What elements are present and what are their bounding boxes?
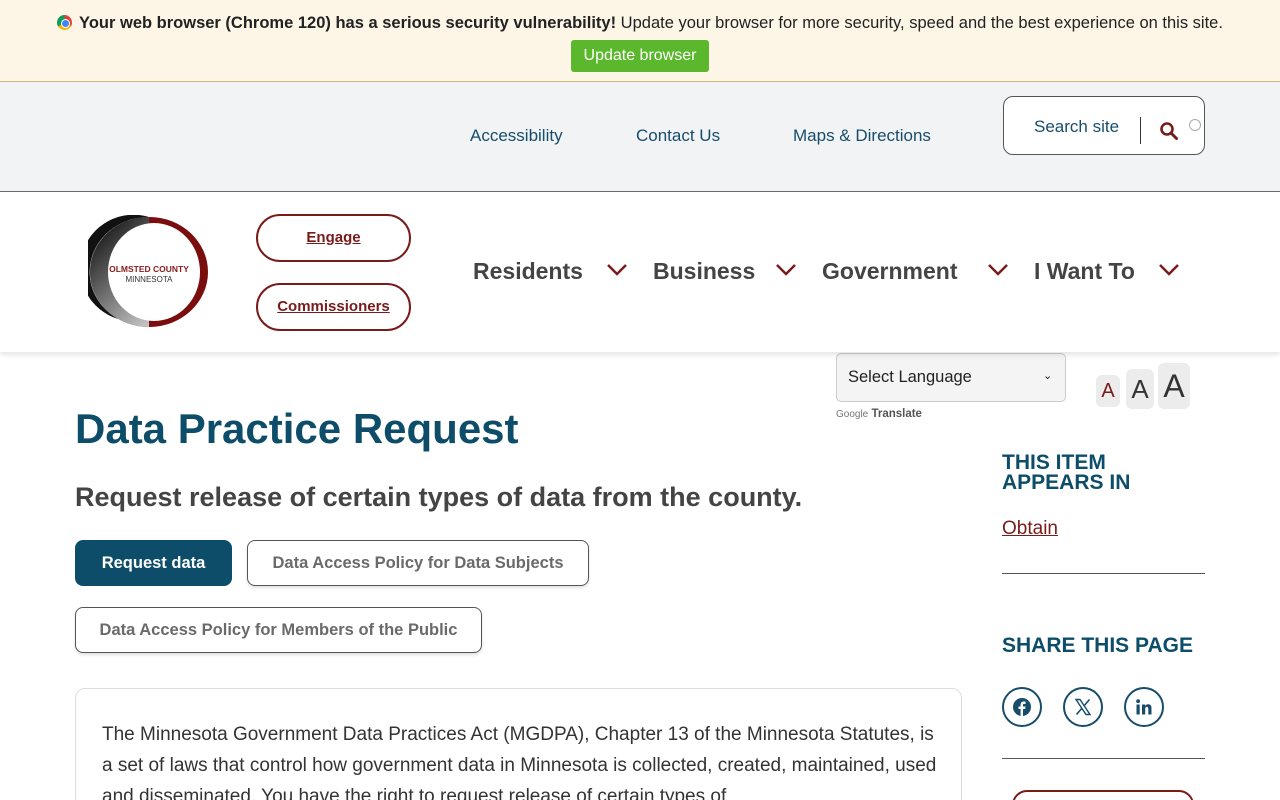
appears-in-heading-line2: APPEARS IN: [1002, 471, 1131, 494]
facebook-icon: [1013, 698, 1031, 716]
page-title: Data Practice Request: [75, 405, 519, 452]
font-size-small-button[interactable]: A: [1096, 375, 1120, 407]
linkedin-share-button[interactable]: [1124, 687, 1164, 727]
engage-button[interactable]: Engage: [256, 214, 411, 262]
search-input[interactable]: Search site: [1034, 117, 1119, 137]
logo-text-state: MINNESOTA: [125, 275, 173, 284]
search-divider: [1140, 117, 1141, 144]
banner-warning: Your web browser (Chrome 120) has a seri…: [79, 14, 617, 32]
google-logo: Google: [836, 409, 869, 420]
main-header: OLMSTED COUNTY MINNESOTA Engage Commissi…: [0, 192, 1280, 352]
utility-bar: Accessibility Contact Us Maps & Directio…: [0, 82, 1280, 192]
nav-government[interactable]: Government: [822, 258, 957, 285]
language-select[interactable]: Select Language ⌄: [836, 353, 1066, 402]
chevron-down-icon[interactable]: [987, 263, 1009, 277]
x-icon: [1074, 698, 1092, 716]
body-paragraph: The Minnesota Government Data Practices …: [102, 724, 937, 800]
x-share-button[interactable]: [1063, 687, 1103, 727]
content-card: The Minnesota Government Data Practices …: [75, 688, 962, 800]
public-policy-button[interactable]: Data Access Policy for Members of the Pu…: [75, 607, 482, 653]
commissioners-button[interactable]: Commissioners: [256, 283, 411, 331]
translate-label: Translate: [871, 408, 922, 420]
appears-in-heading-line1: THIS ITEM: [1002, 451, 1106, 474]
loading-indicator-icon: [1189, 119, 1201, 131]
logo-text-county: OLMSTED COUNTY: [109, 264, 189, 274]
appears-in-heading: THIS ITEM APPEARS IN: [1002, 451, 1131, 494]
request-data-button[interactable]: Request data: [75, 540, 232, 586]
chrome-icon: [57, 15, 73, 30]
contact-us-link[interactable]: Contact Us: [636, 126, 720, 146]
banner-detail: Update your browser for more security, s…: [616, 14, 1223, 32]
update-browser-button[interactable]: Update browser: [571, 40, 709, 72]
chevron-down-icon[interactable]: [1158, 263, 1180, 277]
maps-directions-link[interactable]: Maps & Directions: [793, 126, 931, 146]
facebook-share-button[interactable]: [1002, 687, 1042, 727]
linkedin-icon: [1136, 699, 1152, 715]
nav-residents[interactable]: Residents: [473, 258, 583, 285]
font-size-large-button[interactable]: A: [1158, 363, 1190, 409]
accessibility-link[interactable]: Accessibility: [470, 126, 563, 146]
county-logo[interactable]: OLMSTED COUNTY MINNESOTA: [80, 214, 210, 329]
divider: [1002, 758, 1205, 759]
obtain-link[interactable]: Obtain: [1002, 518, 1058, 540]
dropdown-caret-icon: ⌄: [1043, 370, 1053, 382]
page-subtitle: Request release of certain types of data…: [75, 482, 803, 512]
data-subjects-policy-button[interactable]: Data Access Policy for Data Subjects: [247, 540, 589, 586]
nav-i-want-to[interactable]: I Want To: [1034, 258, 1135, 285]
nav-business[interactable]: Business: [653, 258, 755, 285]
browser-update-banner: Your web browser (Chrome 120) has a seri…: [0, 0, 1280, 82]
sidebar-action-button[interactable]: [1012, 790, 1194, 800]
divider: [1002, 573, 1205, 574]
google-translate-branding: Google Translate: [836, 408, 922, 420]
banner-message: Your web browser (Chrome 120) has a seri…: [0, 14, 1280, 33]
chevron-down-icon[interactable]: [606, 263, 628, 277]
chevron-down-icon[interactable]: [775, 263, 797, 277]
share-heading: SHARE THIS PAGE: [1002, 634, 1193, 657]
search-icon[interactable]: [1159, 121, 1179, 141]
font-size-medium-button[interactable]: A: [1126, 369, 1154, 409]
language-select-value: Select Language: [848, 368, 972, 386]
search-box[interactable]: Search site: [1003, 96, 1205, 155]
